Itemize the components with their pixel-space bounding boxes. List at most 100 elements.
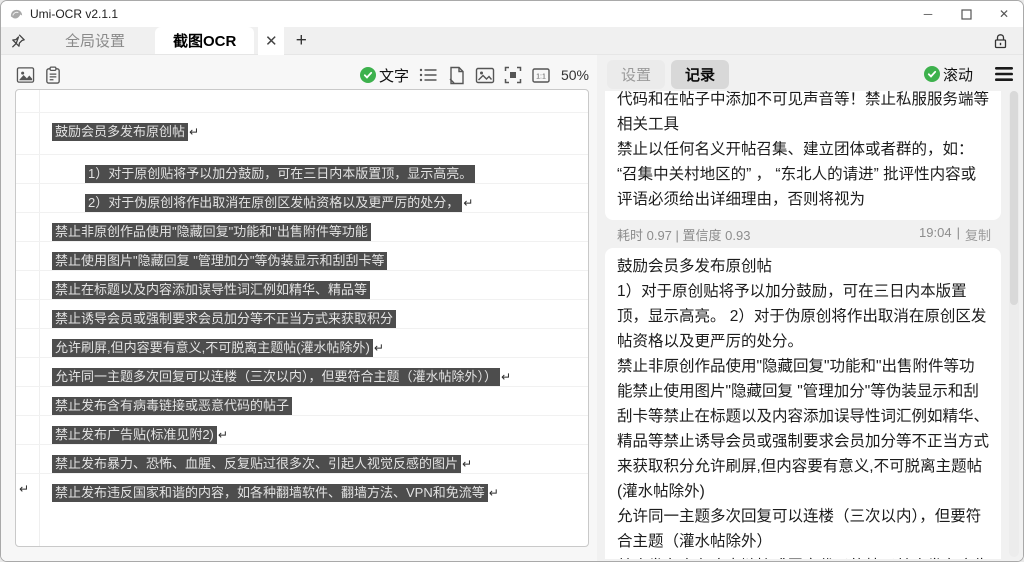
record-entry[interactable]: 鼓励会员多发布原创帖1）对于原创贴将予以加分鼓励，可在三日内本版置顶，显示高亮。…	[605, 248, 1001, 559]
record-paragraph: 禁止发布含有病毒链接或恶意代码的帖子禁止发布广告贴(标准见附2)	[617, 554, 989, 559]
one-to-one-zoom-button[interactable]: 1:1	[531, 65, 551, 85]
ocr-line-highlight[interactable]: 禁止发布暴力、恐怖、血腥、反复贴过很多次、引起人视觉反感的图片	[52, 455, 461, 473]
ocr-text-line[interactable]: ↵禁止发布违反国家和谐的内容，如各种翻墙软件、翻墙方法、VPN和免流等↵	[16, 473, 588, 502]
tab-records[interactable]: 记录	[671, 60, 729, 89]
ocr-line-highlight[interactable]: 禁止使用图片"隐藏回复 "管理加分"等伪装显示和刮刮卡等	[52, 252, 387, 270]
maximize-button[interactable]	[947, 1, 985, 27]
ocr-line-highlight[interactable]: 禁止发布广告贴(标准见附2)	[52, 426, 217, 444]
record-paragraph: 禁止非原创作品使用"隐藏回复"功能和"出售附件等功能禁止使用图片"隐藏回复 "管…	[617, 354, 989, 504]
menu-icon	[994, 66, 1014, 82]
ocr-line-highlight[interactable]: 允许同一主题多次回复可以连楼（三次以内），但要符合主题（灌水帖除外））	[52, 368, 500, 386]
ocr-text-line[interactable]: 允许同一主题多次回复可以连楼（三次以内），但要符合主题（灌水帖除外））↵	[16, 357, 588, 386]
result-list-button[interactable]	[419, 65, 439, 85]
ocr-text-line[interactable]: 禁止发布暴力、恐怖、血腥、反复贴过很多次、引起人视觉反感的图片↵	[16, 444, 588, 473]
records-header: 设置 记录 滚动	[607, 59, 1015, 89]
select-region-button[interactable]	[503, 65, 523, 85]
tab-close-button[interactable]: ✕	[258, 27, 284, 55]
ocr-text-line[interactable]: 禁止非原创作品使用"隐藏回复"功能和"出售附件等功能	[16, 212, 588, 241]
ocr-line-highlight[interactable]: 禁止非原创作品使用"隐藏回复"功能和"出售附件等功能	[52, 223, 371, 241]
ocr-text-line[interactable]: 禁止在标题以及内容添加误导性词汇例如精华、精品等	[16, 270, 588, 299]
svg-text:1:1: 1:1	[536, 73, 546, 80]
ocr-text-line[interactable]: 鼓励会员多发布原创帖↵	[16, 112, 588, 141]
list-icon	[419, 67, 438, 83]
return-symbol: ↵	[462, 457, 472, 473]
ocr-line-highlight[interactable]: 禁止诱导会员或强制要求会员加分等不正当方式来获取积分	[52, 310, 396, 328]
open-image-icon	[16, 66, 35, 84]
return-symbol: ↵	[489, 486, 499, 502]
pin-window-button[interactable]	[1, 27, 35, 54]
record-stats: 耗时 0.97 | 置信度 0.93	[617, 225, 750, 244]
ocr-text-line[interactable]: 禁止诱导会员或强制要求会员加分等不正当方式来获取积分	[16, 299, 588, 328]
scrollbar-thumb[interactable]	[1010, 91, 1018, 305]
new-tab-button[interactable]: +	[284, 27, 318, 54]
auto-scroll-label: 滚动	[943, 64, 973, 85]
return-symbol: ↵	[501, 370, 511, 386]
records-scrollbar[interactable]	[1009, 91, 1019, 557]
return-symbol: ↵	[374, 341, 384, 357]
one-to-one-icon: 1:1	[532, 68, 550, 83]
minimize-button[interactable]: ─	[909, 1, 947, 27]
open-image-button[interactable]	[15, 65, 35, 85]
ocr-line-highlight[interactable]: 禁止在标题以及内容添加误导性词汇例如精华、精品等	[52, 281, 370, 299]
preview-pane: 文字	[1, 55, 597, 561]
app-logo-icon	[9, 7, 24, 22]
auto-scroll-toggle[interactable]: 滚动	[924, 64, 973, 85]
preview-toolbar: 文字	[15, 61, 589, 89]
ocr-line-highlight[interactable]: 允许刷屏,但内容要有意义,不可脱离主题帖(灌水帖除外)	[52, 339, 373, 357]
check-icon	[360, 67, 376, 83]
records-pane: 设置 记录 滚动 代码和在帖子中添加	[597, 55, 1023, 561]
ocr-line-highlight[interactable]: 禁止发布含有病毒链接或恶意代码的帖子	[52, 397, 292, 415]
tab-bar: 全局设置 截图OCR ✕ +	[1, 27, 1023, 55]
return-symbol: ↵	[218, 428, 228, 444]
ocr-text-line[interactable]: 1）对于原创贴将予以加分鼓励，可在三日内本版置顶，显示高亮。	[16, 154, 588, 183]
save-file-icon	[448, 66, 465, 85]
records-menu-button[interactable]	[993, 64, 1015, 84]
lock-icon	[993, 33, 1008, 49]
records-list[interactable]: 代码和在帖子中添加不可见声音等！禁止私服服务端等相关工具禁止以任何名义开帖召集、…	[605, 91, 1001, 559]
record-paragraph: 允许同一主题多次回复可以连楼（三次以内），但要符合主题（灌水帖除外）	[617, 504, 989, 554]
maximize-icon	[961, 9, 972, 20]
window-controls: ─ ✕	[909, 1, 1023, 27]
record-paragraph: 1）对于原创贴将予以加分鼓励，可在三日内本版置顶，显示高亮。 2）对于伪原创将作…	[617, 279, 989, 354]
pin-icon	[10, 33, 26, 49]
save-file-button[interactable]	[447, 65, 467, 85]
record-paragraph: 鼓励会员多发布原创帖	[617, 254, 989, 279]
image-view-icon	[475, 67, 495, 84]
return-symbol: ↵	[463, 196, 473, 212]
record-entry[interactable]: 代码和在帖子中添加不可见声音等！禁止私服服务端等相关工具禁止以任何名义开帖召集、…	[605, 91, 1001, 220]
preview-lines: 鼓励会员多发布原创帖↵1）对于原创贴将予以加分鼓励，可在三日内本版置顶，显示高亮…	[16, 112, 588, 502]
tab-global-settings[interactable]: 全局设置	[35, 27, 155, 54]
record-timestamp: 19:04	[919, 225, 952, 244]
tab-settings[interactable]: 设置	[607, 60, 665, 89]
record-meta-row: 耗时 0.97 | 置信度 0.93 19:04 | 复制	[605, 222, 1001, 246]
select-region-icon	[504, 66, 522, 84]
ocr-status-label: 文字	[379, 65, 409, 86]
main-content: 文字	[1, 55, 1023, 561]
ocr-status[interactable]: 文字	[360, 65, 409, 86]
check-icon	[924, 66, 940, 82]
screenshot-preview[interactable]: 鼓励会员多发布原创帖↵1）对于原创贴将予以加分鼓励，可在三日内本版置顶，显示高亮…	[15, 89, 589, 547]
ocr-text-line[interactable]: 禁止发布广告贴(标准见附2)↵	[16, 415, 588, 444]
title-bar[interactable]: Umi-OCR v2.1.1 ─ ✕	[1, 1, 1023, 27]
copy-button[interactable]: 复制	[965, 225, 991, 244]
ocr-text-line[interactable]: 禁止发布含有病毒链接或恶意代码的帖子	[16, 386, 588, 415]
ocr-text-line[interactable]: 2）对于伪原创将作出取消在原创区发帖资格以及更严厉的处分，↵	[16, 183, 588, 212]
close-button[interactable]: ✕	[985, 1, 1023, 27]
paste-image-button[interactable]	[43, 65, 63, 85]
lock-layout-button[interactable]	[987, 27, 1013, 55]
record-paragraph: 禁止以任何名义开帖召集、建立团体或者群的，如： “召集中关村地区的” ， “东北…	[617, 137, 989, 212]
app-window: Umi-OCR v2.1.1 ─ ✕ 全局设置 截图OCR ✕ +	[0, 0, 1024, 562]
tab-screenshot-ocr[interactable]: 截图OCR	[155, 27, 254, 54]
ocr-line-highlight[interactable]: 鼓励会员多发布原创帖	[52, 123, 188, 141]
ocr-text-line[interactable]: 禁止使用图片"隐藏回复 "管理加分"等伪装显示和刮刮卡等	[16, 241, 588, 270]
paste-icon	[44, 66, 62, 85]
ocr-text-line[interactable]: 允许刷屏,但内容要有意义,不可脱离主题帖(灌水帖除外)↵	[16, 328, 588, 357]
window-title: Umi-OCR v2.1.1	[30, 7, 118, 21]
return-symbol: ↵	[19, 482, 29, 498]
view-image-button[interactable]	[475, 65, 495, 85]
return-symbol: ↵	[189, 125, 199, 141]
ocr-line-highlight[interactable]: 1）对于原创贴将予以加分鼓励，可在三日内本版置顶，显示高亮。	[85, 165, 475, 183]
ocr-line-highlight[interactable]: 2）对于伪原创将作出取消在原创区发帖资格以及更严厉的处分，	[85, 194, 462, 212]
ocr-line-highlight[interactable]: 禁止发布违反国家和谐的内容，如各种翻墙软件、翻墙方法、VPN和免流等	[52, 484, 488, 502]
zoom-level-label[interactable]: 50%	[561, 67, 589, 83]
